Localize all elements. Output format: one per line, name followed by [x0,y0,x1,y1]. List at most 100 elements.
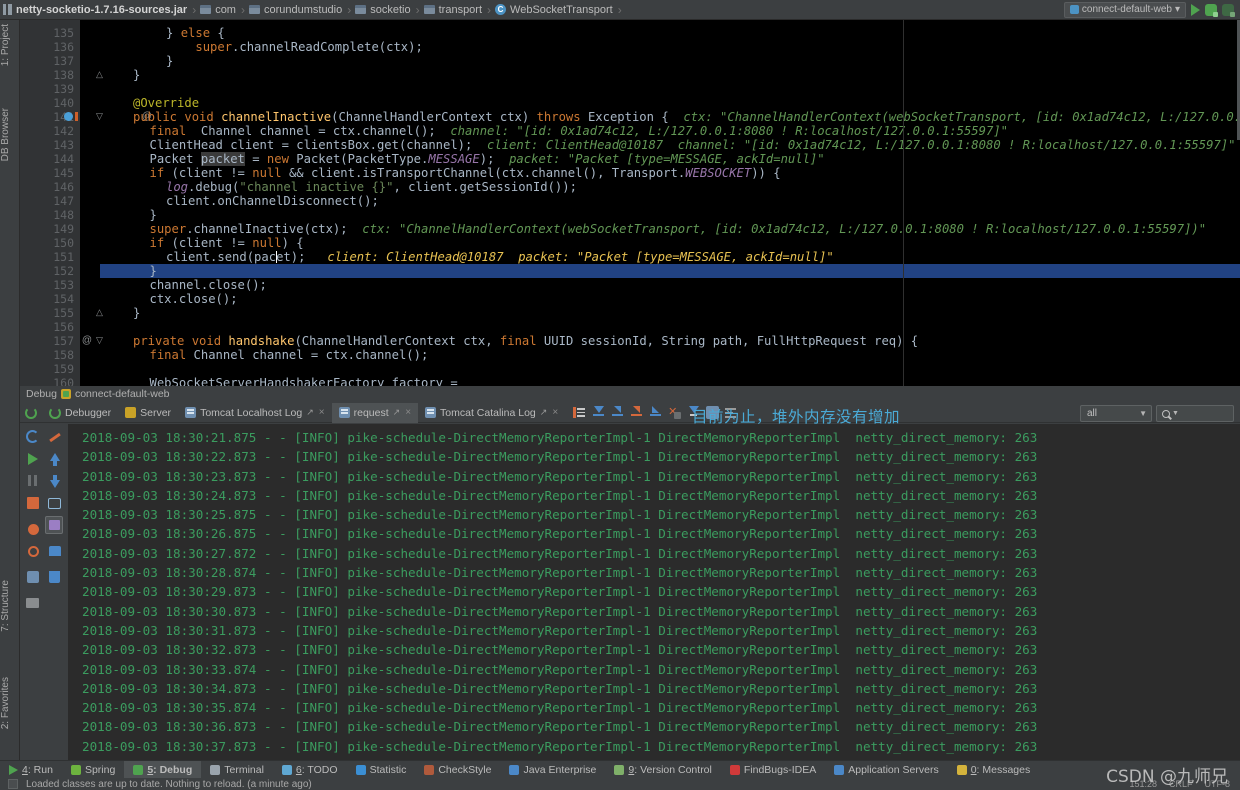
step-into-icon[interactable] [611,406,624,419]
bottom-bar-0-messages[interactable]: 0: Messages [948,761,1040,779]
bottom-bar-java-enterprise[interactable]: Java Enterprise [500,761,605,779]
tab-detach-icon[interactable]: ↗ [306,407,314,418]
scroll-up-icon[interactable] [46,450,64,468]
code-line[interactable]: client.send(pacet); client: ClientHead@1… [100,250,834,264]
debug-tab-server[interactable]: Server [118,403,178,423]
resume-program-icon[interactable] [24,450,42,468]
rail-structure[interactable]: 7: Structure [0,580,20,632]
soft-wrap-icon[interactable] [46,494,64,512]
code-line[interactable]: } [100,264,157,278]
rail-project[interactable]: 1: Project [0,24,20,66]
rail-db-browser[interactable]: DB Browser [0,108,20,161]
override-method-icon[interactable]: @ [80,334,94,348]
code-line[interactable]: } [100,306,140,320]
rerun-icon[interactable] [25,406,37,419]
log-level-filter[interactable]: all ▼ [1080,405,1152,422]
editor-code[interactable]: } else { super.channelReadComplete(ctx);… [100,20,1240,386]
code-line[interactable]: WebSocketServerHandshakerFactory factory… [100,376,458,386]
rail-favorites[interactable]: 2: Favorites [0,677,20,729]
code-line[interactable]: } else { [100,26,225,40]
scroll-down-icon[interactable] [46,472,64,490]
show-execution-point-icon[interactable] [573,406,586,419]
bottom-bar-terminal[interactable]: Terminal [201,761,273,779]
chevron-down-icon[interactable]: ▾ [1175,4,1180,15]
search-icon[interactable] [1162,409,1170,418]
run-configuration-selector[interactable]: connect-default-web ▾ [1063,1,1186,18]
status-indicator-box[interactable] [8,779,18,789]
bottom-bar-4-run[interactable]: 4: Run [0,761,62,779]
pause-program-icon[interactable] [24,472,42,490]
code-line[interactable]: final Channel channel = ctx.channel(); [100,348,429,362]
debug-tab-strip[interactable]: Debugger Server Tomcat Localhost Log ↗ × requ… [20,402,1240,423]
bottom-bar-statistic[interactable]: Statistic [347,761,416,779]
bottom-tool-bar[interactable]: 4: Run Spring 5: Debug Terminal 6: TODO Stati… [0,760,1240,779]
bottom-bar-checkstyle[interactable]: CheckStyle [415,761,500,779]
code-line[interactable]: ClientHead client = clientsBox.get(chann… [100,138,1236,152]
code-line[interactable]: private void handshake(ChannelHandlerCon… [100,334,918,348]
bottom-bar-findbugs-idea[interactable]: FindBugs-IDEA [721,761,825,779]
tab-detach-icon[interactable]: ↗ [393,407,401,418]
code-line[interactable]: final Channel channel = ctx.channel(); c… [100,124,1009,138]
bottom-bar-6-todo[interactable]: 6: TODO [273,761,347,779]
run-icon[interactable] [1191,3,1200,16]
bottom-bar-5-debug[interactable]: 5: Debug [124,760,202,779]
step-over-icon[interactable] [592,406,605,419]
debug-tabs[interactable]: Debugger Server Tomcat Localhost Log ↗ × requ… [42,402,565,423]
code-line[interactable]: ctx.close(); [100,292,238,306]
debug-rerun-button[interactable] [20,406,42,419]
code-line[interactable]: if (client != null && client.isTransport… [100,166,781,180]
bottom-bar-spring[interactable]: Spring [62,761,124,779]
search-options-chevron-icon[interactable]: ▼ [1172,410,1179,417]
drop-frame-icon[interactable]: ✕ [668,406,682,419]
code-line[interactable]: client.onChannelDisconnect(); [100,194,379,208]
breadcrumb-item-netty-socketio-1-7-16-sources-jar[interactable]: netty-socketio-1.7.16-sources.jar [0,0,191,20]
code-line[interactable]: Packet packet = new Packet(PacketType.ME… [100,152,825,166]
debug-secondary-icon[interactable] [1222,3,1235,17]
code-line[interactable]: @Override [100,96,199,110]
breadcrumb-item-corundumstudio[interactable]: corundumstudio [246,0,346,20]
code-line[interactable]: log.debug("channel inactive {}", client.… [100,180,577,194]
console-output[interactable]: 2018-09-03 18:30:21.875 - - [INFO] pike-… [68,424,1240,770]
code-line[interactable]: } [100,54,173,68]
bottom-bar-9-version-control[interactable]: 9: Version Control [605,761,720,779]
close-icon[interactable]: × [319,407,325,418]
console-search-box[interactable]: ▼ [1156,405,1234,422]
code-line[interactable]: if (client != null) { [100,236,304,250]
print-icon[interactable] [45,516,63,534]
chevron-down-icon[interactable]: ▼ [1139,409,1147,418]
debug-icon[interactable] [1205,3,1218,17]
clear-all-icon[interactable] [46,568,64,586]
console-side-toolbar[interactable] [20,424,68,770]
debug-tab-debugger[interactable]: Debugger [42,403,118,423]
settings-icon[interactable] [24,568,42,586]
export-icon[interactable] [46,542,64,560]
code-line[interactable]: } [100,68,140,82]
breadcrumb-item-transport[interactable]: transport [421,0,486,20]
breadcrumb-item-com[interactable]: com [197,0,240,20]
close-icon[interactable]: × [552,407,558,418]
view-breakpoints-icon[interactable] [24,520,42,538]
rerun-icon[interactable] [24,428,42,446]
debug-tab-request[interactable]: request ↗ × [331,402,419,423]
close-icon[interactable]: × [405,407,411,418]
breakpoint-icon[interactable] [64,112,73,121]
debug-tab-tomcat-catalina-log[interactable]: Tomcat Catalina Log ↗ × [418,403,565,423]
tab-detach-icon[interactable]: ↗ [540,407,548,418]
force-step-into-icon[interactable] [630,406,643,419]
highlight-icon[interactable] [46,428,64,446]
code-editor[interactable]: 1351361371381391401411421431441451461471… [20,20,1240,386]
debug-tab-tomcat-localhost-log[interactable]: Tomcat Localhost Log ↗ × [178,403,332,423]
stop-program-icon[interactable] [24,494,42,512]
layout-icon[interactable] [24,594,42,612]
code-line[interactable]: super.channelInactive(ctx); ctx: "Channe… [100,222,1207,236]
code-line[interactable]: super.channelReadComplete(ctx); [100,40,422,54]
breadcrumb-item-socketio[interactable]: socketio [352,0,414,20]
editor-gutter[interactable]: 1351361371381391401411421431441451461471… [20,20,80,386]
mute-breakpoints-icon[interactable] [24,542,42,560]
code-line[interactable]: channel.close(); [100,278,267,292]
code-line[interactable]: public void channelInactive(ChannelHandl… [100,110,1240,124]
bottom-bar-application-servers[interactable]: Application Servers [825,761,947,779]
step-out-icon[interactable] [649,406,662,419]
breadcrumb-item-websockettransport[interactable]: C WebSocketTransport [492,0,617,20]
code-line[interactable]: } [100,208,157,222]
